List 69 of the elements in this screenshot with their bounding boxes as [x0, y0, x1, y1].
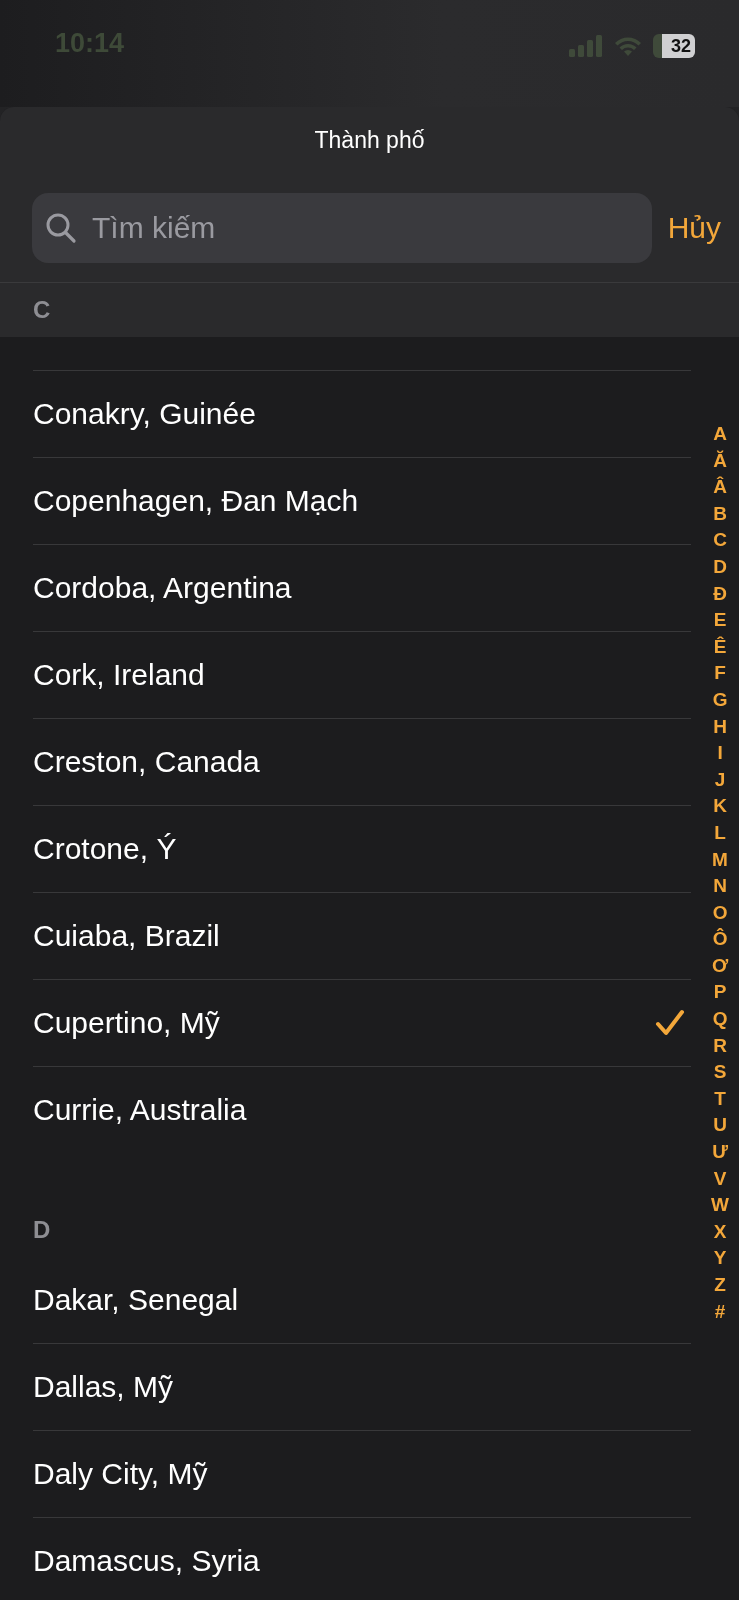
city-name: Conakry, Guinée [33, 397, 256, 431]
index-letter[interactable]: G [712, 686, 728, 714]
sheet-title: Thành phố [313, 126, 426, 155]
index-letter[interactable]: Ư [712, 1139, 728, 1166]
index-letter[interactable]: P [713, 979, 727, 1007]
city-row[interactable]: Dakar, Senegal [33, 1257, 691, 1343]
index-letter[interactable]: X [713, 1218, 727, 1246]
city-row[interactable]: Crotone, Ý [33, 805, 691, 892]
index-letter[interactable]: S [713, 1059, 727, 1086]
index-letter[interactable]: V [713, 1165, 727, 1193]
index-letter[interactable]: K [713, 793, 727, 820]
city-name: Cordoba, Argentina [33, 571, 292, 605]
index-letter[interactable]: H [713, 713, 727, 741]
index-letter[interactable]: C [713, 527, 727, 554]
city-row[interactable]: Cuiaba, Brazil [33, 892, 691, 979]
cancel-button[interactable]: Hủy [667, 211, 721, 245]
battery-icon: 32 [653, 34, 695, 58]
city-name: Crotone, Ý [33, 832, 177, 866]
search-field[interactable]: Tìm kiếm [32, 193, 652, 263]
city-row[interactable]: Cork, Ireland [33, 631, 691, 718]
city-name: Dallas, Mỹ [33, 1370, 174, 1404]
city-row[interactable]: Dallas, Mỹ [33, 1343, 691, 1430]
section-letter: C [33, 296, 51, 324]
city-name: Creston, Canada [33, 745, 260, 779]
city-name: Cork, Ireland [33, 658, 205, 692]
city-name: Daly City, Mỹ [33, 1457, 208, 1491]
index-letter[interactable]: # [714, 1298, 726, 1326]
index-letter[interactable]: O [712, 899, 728, 927]
index-letter[interactable]: E [713, 607, 727, 634]
index-letter[interactable]: Z [714, 1272, 726, 1299]
signal-icon [569, 35, 603, 57]
index-letter[interactable]: U [713, 1112, 727, 1140]
index-letter[interactable]: J [714, 766, 726, 794]
index-letter[interactable]: Đ [713, 580, 727, 608]
section-letter: D [33, 1216, 51, 1244]
index-letter[interactable]: Ô [712, 926, 728, 953]
wifi-icon [613, 35, 643, 57]
city-row[interactable]: Cordoba, Argentina [33, 544, 691, 631]
city-name: Dakar, Senegal [33, 1283, 239, 1317]
index-letter[interactable]: W [711, 1192, 729, 1219]
index-letter[interactable]: R [713, 1032, 727, 1060]
search-icon [44, 211, 78, 245]
index-letter[interactable]: A [713, 421, 727, 448]
city-row[interactable]: Daly City, Mỹ [33, 1430, 691, 1517]
city-name: Cuiaba, Brazil [33, 919, 220, 953]
city-name: Cupertino, Mỹ [33, 1006, 220, 1040]
city-row[interactable]: Damascus, Syria [33, 1517, 691, 1600]
index-letter[interactable]: I [717, 740, 723, 767]
city-name: Damascus, Syria [33, 1544, 260, 1578]
index-letter[interactable]: Ă [713, 447, 727, 475]
index-letter[interactable]: Ê [713, 633, 727, 661]
index-letter[interactable]: M [712, 846, 728, 874]
index-letter[interactable]: Y [713, 1245, 727, 1272]
index-letter[interactable]: T [714, 1085, 726, 1113]
city-row[interactable]: Currie, Australia [33, 1066, 691, 1153]
index-letter[interactable]: D [713, 553, 727, 581]
city-row[interactable]: Copenhagen, Đan Mạch [33, 457, 691, 544]
index-letter[interactable]: Q [712, 1006, 728, 1033]
index-letter[interactable]: N [713, 873, 727, 900]
city-name: Copenhagen, Đan Mạch [33, 484, 359, 518]
index-letter[interactable]: B [713, 500, 727, 528]
index-letter[interactable]: Ơ [711, 952, 729, 980]
city-name: Currie, Australia [33, 1093, 247, 1127]
index-letter[interactable]: F [714, 660, 726, 687]
city-row[interactable]: Conakry, Guinée [33, 370, 691, 457]
index-letter[interactable]: L [714, 819, 726, 847]
city-row[interactable]: Creston, Canada [33, 718, 691, 805]
city-row[interactable]: Cupertino, Mỹ [33, 979, 691, 1066]
index-letter[interactable]: Â [713, 474, 727, 501]
